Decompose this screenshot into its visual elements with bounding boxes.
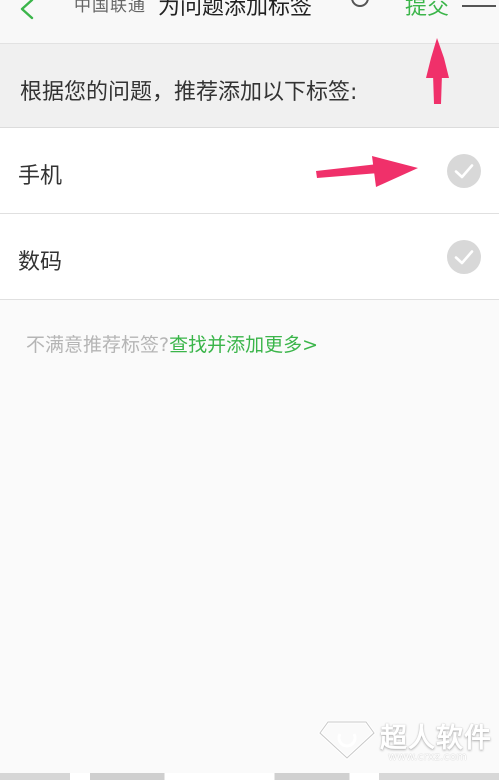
diamond-logo-icon — [318, 720, 376, 760]
tag-label: 数码 — [18, 250, 63, 275]
tag-row[interactable]: 手机 — [0, 128, 499, 214]
check-circle-icon[interactable] — [447, 154, 481, 188]
back-button[interactable] — [10, 0, 44, 24]
tag-list: 手机 数码 — [0, 128, 499, 300]
watermark-url: www.crxz.com — [388, 750, 468, 763]
check-circle-icon[interactable] — [447, 240, 481, 274]
find-more-tags-link[interactable]: 查找并添加更多> — [169, 334, 318, 356]
page-title: 为问题添加标签 — [158, 0, 313, 20]
menu-button[interactable] — [462, 0, 496, 12]
watermark: 超人软件 www.crxz.com — [318, 712, 494, 768]
submit-button[interactable]: 提交 — [405, 0, 449, 21]
hint: 不满意推荐标签?查找并添加更多> — [26, 330, 318, 357]
recommend-text: 根据您的问题，推荐添加以下标签: — [20, 80, 358, 105]
carrier-status: 中国联通 — [74, 0, 146, 16]
bottom-strip — [0, 773, 499, 780]
top-bar: 中国联通 为问题添加标签 提交 — [0, 0, 499, 44]
tag-label: 手机 — [18, 164, 63, 189]
hint-prefix: 不满意推荐标签? — [26, 334, 170, 356]
tag-row[interactable]: 数码 — [0, 214, 499, 300]
search-button[interactable] — [350, 0, 372, 10]
recommend-header: 根据您的问题，推荐添加以下标签: — [0, 44, 499, 128]
search-icon — [351, 0, 369, 7]
chevron-left-icon — [20, 0, 34, 20]
